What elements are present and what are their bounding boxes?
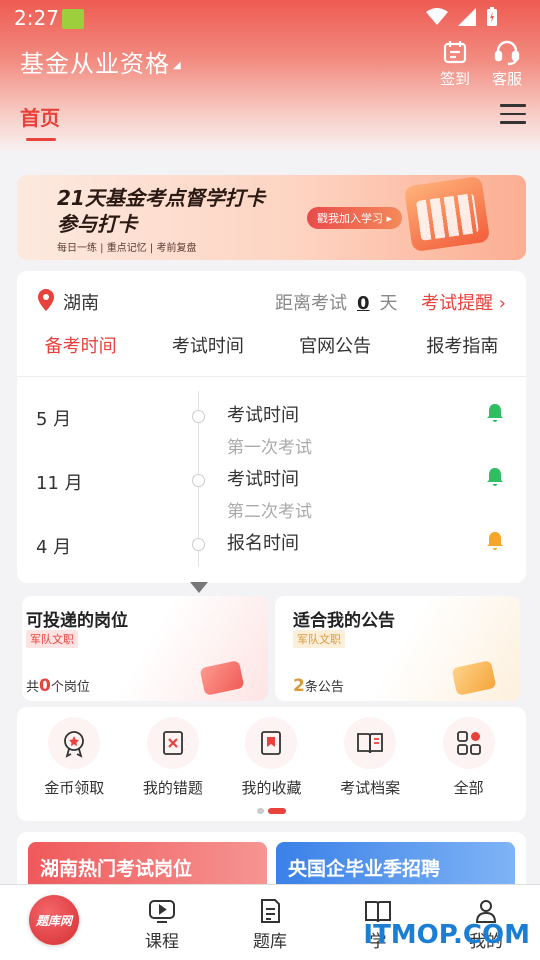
bell-icon[interactable] [486,467,504,487]
headset-icon [494,40,520,66]
countdown-unit: 天 [379,293,398,314]
coin-medal-icon [64,731,85,758]
page-title: 基金从业资格 [20,50,170,78]
wifi-icon [426,8,448,25]
wrong-questions-button[interactable]: 我的错题 [128,717,218,798]
tab-prep-time[interactable]: 备考时间 [17,335,144,375]
available-jobs-card[interactable]: 可投递的岗位 军队文职 共0个岗位 [22,596,268,701]
tab-home-indicator [26,138,56,141]
notebook-icon [261,899,280,923]
timeline-month: 5 月 [36,409,72,430]
bell-icon[interactable] [486,531,504,551]
banner-title: 21天基金考点督学打卡 [57,186,265,210]
customer-service-button[interactable]: 客服 [492,38,522,89]
jobs-card-title: 可投递的岗位 [26,611,128,631]
divider [17,376,526,377]
nav-label: 题库 [253,932,287,952]
expand-arrow-icon[interactable] [190,582,208,593]
status-bar: 2:27 [0,0,540,38]
timeline-dot [192,474,205,487]
notice-illustration-icon [451,660,497,696]
exam-info-card: 湖南 距离考试 0 天 考试提醒 › 备考时间 考试时间 官网公告 报考指南 5 月… [17,271,526,583]
timeline-dot [192,538,205,551]
nav-label: 课程 [145,932,179,952]
customer-service-label: 客服 [491,70,522,88]
open-book-icon [357,733,383,754]
status-time: 2:27 [14,6,59,30]
timeline-dot [192,410,205,423]
timeline-item[interactable]: 11 月 考试时间 第二次考试 [17,455,526,522]
nav-courses[interactable]: 课程 [108,885,216,960]
app-logo: 题库网 [29,895,79,945]
nav-home[interactable]: 题库网 [0,885,108,960]
checkin-banner[interactable]: 21天基金考点督学打卡 参与打卡 每日一练 | 重点记忆 | 考前复盘 戳我加入… [17,175,526,260]
page-indicator [257,808,286,814]
location-pin-icon [38,289,54,311]
count-prefix: 共 [26,680,40,695]
quick-label: 金币领取 [44,779,105,797]
exam-records-button[interactable]: 考试档案 [325,717,415,798]
tab-registration-guide[interactable]: 报考指南 [399,335,526,375]
count-suffix: 条公告 [304,680,344,695]
tab-exam-time[interactable]: 考试时间 [144,335,271,375]
notices-card-title: 适合我的公告 [293,611,395,631]
exam-reminder-link[interactable]: 考试提醒 › [421,289,506,315]
timeline-month: 4 月 [36,537,72,558]
location-name[interactable]: 湖南 [63,289,99,315]
menu-icon[interactable] [500,104,526,126]
exam-timeline: 5 月 考试时间 第一次考试 11 月 考试时间 第二次考试 4 月 报名时间 [17,391,526,571]
matching-notices-card[interactable]: 适合我的公告 军队文职 2条公告 [275,596,520,701]
favorites-button[interactable]: 我的收藏 [226,717,316,798]
jobs-card-tag: 军队文职 [26,630,78,648]
play-icon [149,900,175,923]
all-functions-button[interactable]: 全部 [424,717,514,798]
bookmark-book-icon [261,731,282,755]
timeline-item[interactable]: 4 月 报名时间 [17,519,526,583]
calendar-illustration-icon [403,175,491,253]
promo-section: 湖南热门考试岗位 央国企毕业季招聘 [17,832,526,892]
coin-claim-button[interactable]: 金币领取 [29,717,119,798]
quick-label: 我的错题 [142,779,203,797]
watermark-text: ITMOP.COM [363,920,530,950]
count-value: 0 [39,676,51,696]
timeline-month: 11 月 [36,473,83,494]
calendar-icon [443,41,467,64]
checkin-label: 签到 [439,70,470,88]
exam-category-selector[interactable]: 基金从业资格 ◢ [20,44,182,79]
briefcase-illustration-icon [199,660,245,696]
exam-tabs: 备考时间 考试时间 官网公告 报考指南 [17,335,526,375]
grid-icon [456,731,481,755]
quick-label: 全部 [453,779,484,797]
tab-official-notice[interactable]: 官网公告 [272,335,399,375]
count-value: 2 [293,676,305,696]
jobs-card-count: 共0个岗位 [26,676,90,696]
checkin-button[interactable]: 签到 [440,38,470,89]
quick-actions-card: 金币领取 我的错题 我的收藏 考试档案 全部 [17,707,526,821]
exam-countdown: 距离考试 0 天 [275,289,398,315]
countdown-days: 0 [357,293,370,314]
battery-icon [487,7,497,26]
wrong-book-icon [162,731,183,755]
bell-icon[interactable] [486,403,504,423]
quick-label: 我的收藏 [241,779,302,797]
tab-home[interactable]: 首页 [20,102,60,131]
timeline-label: 考试时间 [227,469,299,490]
notices-card-tag: 军队文职 [293,630,345,648]
dropdown-caret-icon: ◢ [173,59,182,71]
notification-app-icon [62,9,84,29]
banner-join-button[interactable]: 戳我加入学习 ▸ [307,207,403,229]
banner-subtitle: 参与打卡 [57,212,137,236]
timeline-item[interactable]: 5 月 考试时间 第一次考试 [17,391,526,458]
signal-icon [458,8,476,26]
nav-question-bank[interactable]: 题库 [216,885,324,960]
quick-label: 考试档案 [340,779,401,797]
timeline-label: 报名时间 [227,533,299,554]
countdown-prefix: 距离考试 [275,293,347,314]
notices-card-count: 2条公告 [293,676,344,696]
timeline-label: 考试时间 [227,405,299,426]
count-suffix: 个岗位 [50,680,90,695]
banner-tags: 每日一练 | 重点记忆 | 考前复盘 [57,243,197,254]
